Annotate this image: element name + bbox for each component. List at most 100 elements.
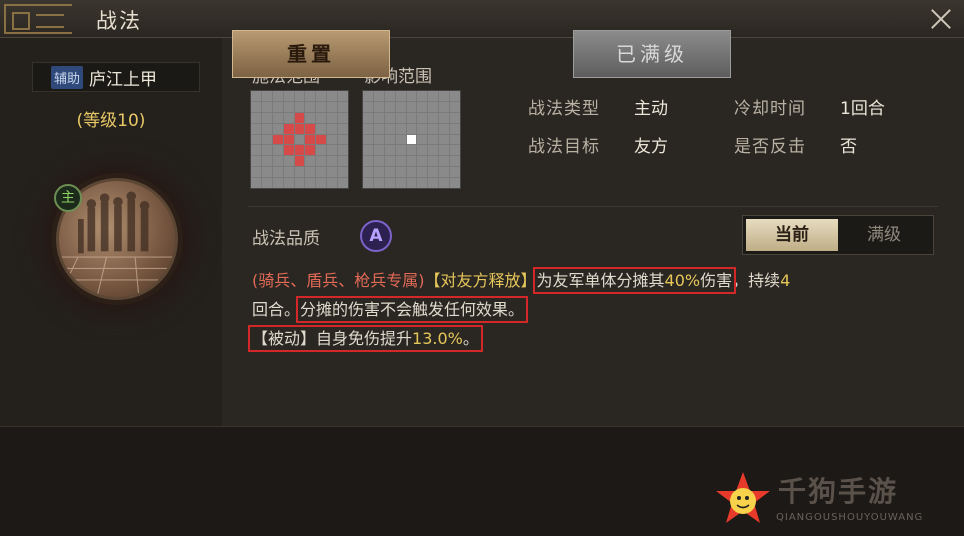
grid-cell bbox=[417, 178, 428, 188]
grid-cell bbox=[406, 101, 417, 112]
grid-cell bbox=[316, 156, 327, 167]
grid-cell bbox=[373, 112, 384, 123]
grid-cell bbox=[417, 91, 428, 101]
grid-cell bbox=[305, 134, 316, 145]
grid-cell bbox=[316, 123, 327, 134]
grid-cell bbox=[305, 101, 316, 112]
grid-cell bbox=[283, 167, 294, 178]
skill-dialog: 战法 辅助 庐江上甲 (等级10) 主 影响范围 战法类型 主动 冷却时间 1回… bbox=[0, 0, 964, 536]
grid-cell bbox=[272, 178, 283, 188]
grid-cell bbox=[395, 123, 406, 134]
grid-cell bbox=[384, 112, 395, 123]
grid-cell bbox=[294, 101, 305, 112]
grid-cell bbox=[294, 123, 305, 134]
grid-cell bbox=[417, 134, 428, 145]
grid-cell bbox=[373, 123, 384, 134]
passive-highlight: 【被动】自身免伤提升13.0%。 bbox=[248, 325, 483, 352]
grid-cell bbox=[395, 178, 406, 188]
grid-cell bbox=[406, 123, 417, 134]
grid-cell bbox=[294, 145, 305, 156]
grid-cell bbox=[305, 123, 316, 134]
grid-cell bbox=[294, 167, 305, 178]
grid-cell bbox=[395, 134, 406, 145]
skill-quality-label: 战法品质 bbox=[252, 229, 320, 249]
maxed-button: 已满级 bbox=[573, 30, 731, 78]
grid-cell bbox=[261, 91, 272, 101]
grid-cell bbox=[363, 178, 373, 188]
skill-quality-badge: A bbox=[360, 220, 392, 252]
duration-text: ，持续 bbox=[732, 271, 781, 290]
grid-cell bbox=[251, 101, 261, 112]
grid-cell bbox=[384, 91, 395, 101]
grid-cell bbox=[261, 101, 272, 112]
grid-cell bbox=[283, 134, 294, 145]
grid-cell bbox=[417, 145, 428, 156]
grid-cell bbox=[283, 145, 294, 156]
grid-cell bbox=[373, 156, 384, 167]
grid-cell bbox=[406, 134, 417, 145]
mascot-star-icon bbox=[716, 472, 770, 523]
grid-cell bbox=[395, 101, 406, 112]
grid-cell bbox=[251, 123, 261, 134]
grid-cell bbox=[417, 101, 428, 112]
grid-cell bbox=[373, 167, 384, 178]
effect-highlight-1: 为友军单体分摊其40%伤害 bbox=[532, 267, 737, 294]
grid-cell bbox=[251, 178, 261, 188]
troop-restriction: (骑兵、盾兵、枪兵专属) bbox=[252, 271, 425, 290]
grid-cell bbox=[428, 123, 439, 134]
grid-cell bbox=[294, 134, 305, 145]
grid-cell bbox=[439, 112, 450, 123]
window-title: 战法 bbox=[96, 9, 142, 33]
grid-cell bbox=[327, 178, 338, 188]
grid-cell bbox=[373, 178, 384, 188]
reset-button[interactable]: 重置 bbox=[232, 30, 390, 78]
grid-cell bbox=[363, 123, 373, 134]
grid-cell bbox=[439, 123, 450, 134]
grid-cell bbox=[450, 145, 460, 156]
grid-cell bbox=[316, 101, 327, 112]
grid-cell bbox=[327, 167, 338, 178]
tab-current[interactable]: 当前 bbox=[746, 219, 838, 251]
watermark-subtext: QIANGOUSHOUYOUWANG bbox=[776, 512, 924, 523]
grid-cell bbox=[338, 101, 348, 112]
grid-cell bbox=[283, 101, 294, 112]
grid-cell bbox=[363, 156, 373, 167]
grid-cell bbox=[283, 123, 294, 134]
grid-cell bbox=[305, 156, 316, 167]
grid-cell bbox=[439, 167, 450, 178]
grid-cell bbox=[428, 91, 439, 101]
grid-cell bbox=[395, 145, 406, 156]
close-icon[interactable] bbox=[926, 4, 956, 34]
grid-cell bbox=[316, 112, 327, 123]
grid-cell bbox=[338, 112, 348, 123]
grid-cell bbox=[428, 156, 439, 167]
passive-end: 。 bbox=[462, 329, 479, 348]
grid-cell bbox=[327, 91, 338, 101]
tab-max[interactable]: 满级 bbox=[838, 219, 930, 251]
grid-cell bbox=[283, 178, 294, 188]
grid-cell bbox=[439, 156, 450, 167]
grid-cell bbox=[327, 101, 338, 112]
effect-text-a: 为友军单体分摊其 bbox=[536, 271, 665, 290]
grid-cell bbox=[338, 123, 348, 134]
cooldown-label: 冷却时间 bbox=[734, 99, 806, 119]
grid-cell bbox=[272, 112, 283, 123]
level-toggle: 当前 满级 bbox=[742, 215, 934, 255]
grid-cell bbox=[417, 112, 428, 123]
grid-cell bbox=[428, 178, 439, 188]
grid-cell bbox=[294, 91, 305, 101]
grid-cell bbox=[363, 167, 373, 178]
effect-highlight-2: 分摊的伤害不会触发任何效果。 bbox=[296, 296, 529, 323]
grid-cell bbox=[251, 112, 261, 123]
skill-type-value: 主动 bbox=[634, 99, 668, 119]
grid-cell bbox=[363, 112, 373, 123]
grid-cell bbox=[261, 145, 272, 156]
grid-cell bbox=[384, 134, 395, 145]
grid-cell bbox=[251, 167, 261, 178]
grid-cell bbox=[417, 156, 428, 167]
grid-cell bbox=[338, 156, 348, 167]
grid-cell bbox=[428, 112, 439, 123]
grid-cell bbox=[406, 167, 417, 178]
grid-cell bbox=[439, 145, 450, 156]
grid-cell bbox=[439, 91, 450, 101]
